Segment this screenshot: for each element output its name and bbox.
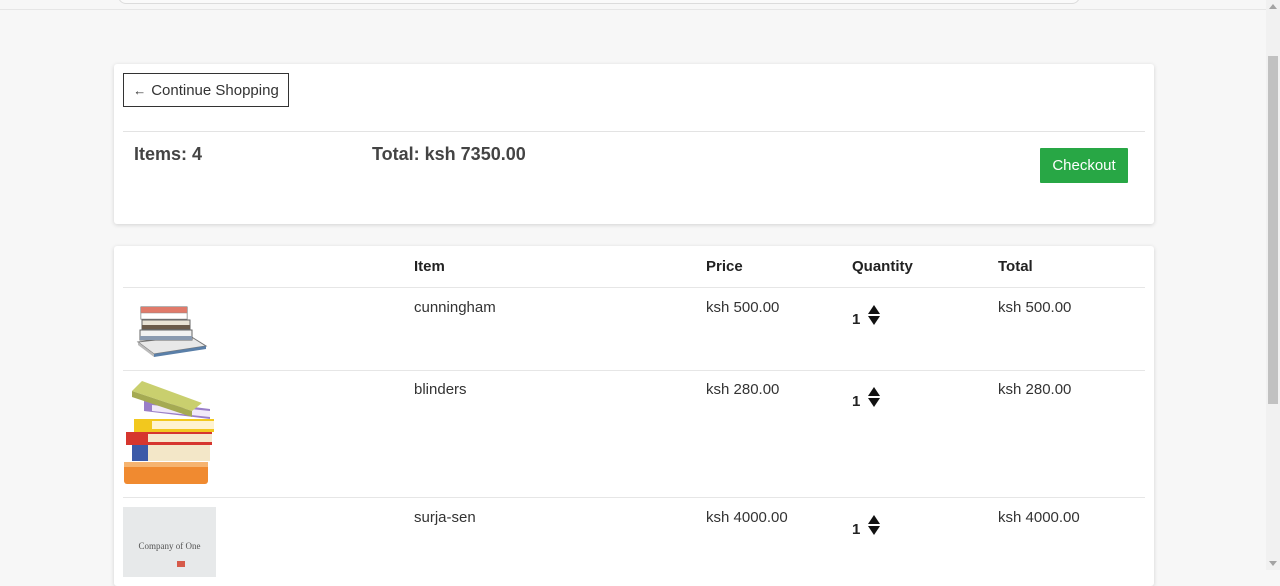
book-stack-image[interactable]: [134, 302, 210, 358]
arrow-left-icon: ←: [133, 82, 147, 98]
row-divider: [123, 287, 1145, 288]
book-cover-image[interactable]: Company of One: [123, 507, 216, 577]
header-total: Total: [998, 258, 1033, 275]
continue-shopping-label: Continue Shopping: [151, 81, 279, 99]
browser-top-bar: [0, 0, 1266, 10]
scroll-up-icon[interactable]: [1269, 4, 1277, 9]
item-price: ksh 280.00: [706, 381, 780, 398]
quantity-stepper[interactable]: 1: [852, 301, 881, 328]
item-name: blinders: [414, 381, 467, 398]
item-total: ksh 4000.00: [998, 509, 1080, 526]
continue-shopping-button[interactable]: ← Continue Shopping: [123, 73, 289, 107]
quantity-value: 1: [852, 521, 861, 538]
cart-total: Total: ksh 7350.00: [372, 144, 526, 164]
quantity-stepper[interactable]: 1: [852, 383, 881, 410]
items-count: Items: 4: [134, 144, 203, 164]
scrollbar-thumb[interactable]: [1268, 56, 1278, 404]
book-cover-title: Company of One: [138, 541, 201, 551]
header-quantity: Quantity: [852, 258, 913, 275]
decrease-quantity-icon[interactable]: [868, 397, 881, 407]
item-name: cunningham: [414, 299, 496, 316]
address-bar[interactable]: [118, 0, 1080, 4]
cart-summary-card: ← Continue Shopping Items: 4 Total: ksh …: [114, 64, 1154, 224]
quantity-value: 1: [852, 311, 861, 328]
decrease-quantity-icon[interactable]: [868, 315, 881, 325]
item-price: ksh 4000.00: [706, 509, 788, 526]
quantity-stepper[interactable]: 1: [852, 511, 881, 538]
cover-accent: [177, 561, 185, 567]
vertical-scrollbar[interactable]: [1266, 0, 1280, 570]
item-name: surja-sen: [414, 509, 476, 526]
item-total: ksh 500.00: [998, 299, 1072, 316]
cart-items-table: Item Price Quantity Total cunningham ksh…: [114, 246, 1154, 586]
increase-quantity-icon[interactable]: [868, 386, 881, 396]
header-price: Price: [706, 258, 743, 275]
item-price: ksh 500.00: [706, 299, 780, 316]
increase-quantity-icon[interactable]: [868, 514, 881, 524]
summary-divider: [123, 131, 1145, 132]
row-divider: [123, 497, 1145, 498]
row-divider: [123, 370, 1145, 371]
increase-quantity-icon[interactable]: [868, 304, 881, 314]
quantity-value: 1: [852, 393, 861, 410]
checkout-button[interactable]: Checkout: [1040, 148, 1128, 183]
item-total: ksh 280.00: [998, 381, 1072, 398]
colorful-book-stack-image[interactable]: [122, 379, 218, 489]
scroll-down-icon[interactable]: [1269, 561, 1277, 566]
header-item: Item: [414, 258, 445, 275]
decrease-quantity-icon[interactable]: [868, 525, 881, 535]
